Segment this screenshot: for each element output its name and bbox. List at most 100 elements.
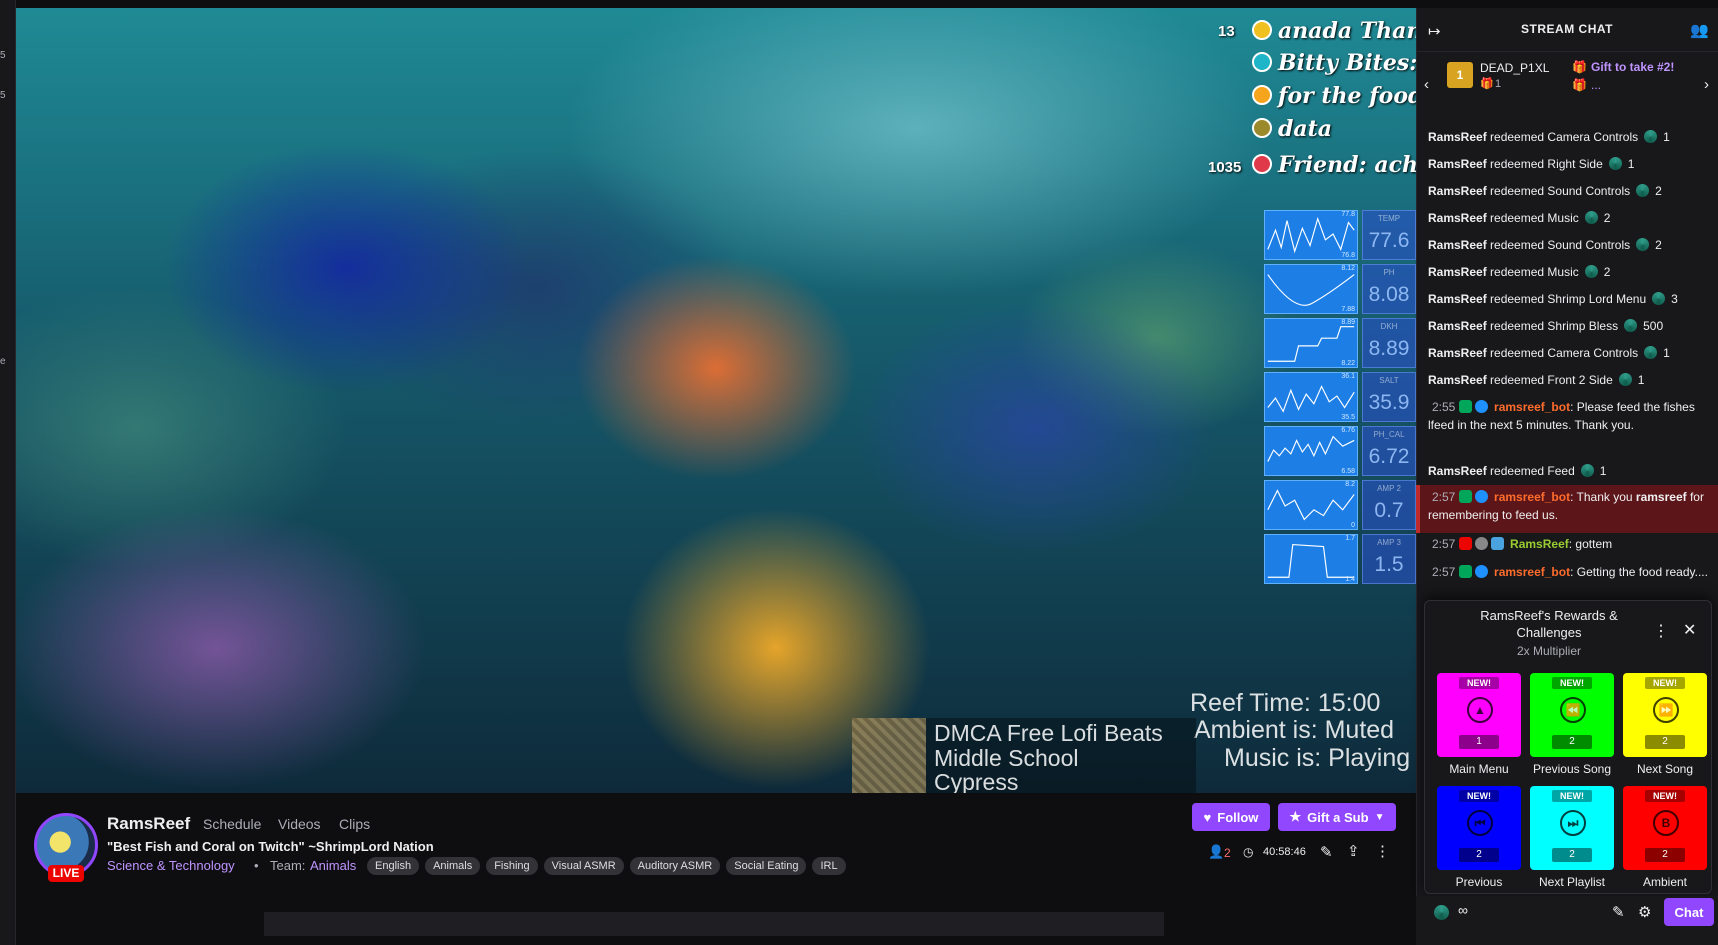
reward-label: Ambient [1642,875,1688,889]
graph-max: 77.8 [1341,211,1355,218]
gear-icon[interactable]: ⚙ [1638,903,1651,921]
chat-username[interactable]: RamsReef [1428,265,1487,279]
more-options-icon[interactable]: ⋮ [1653,621,1669,641]
parameter-value: AMP 2 0.7 [1362,480,1416,530]
chat-message: RamsReef redeemed Shrimp Lord Menu 3 [1428,290,1712,308]
reward-tile[interactable]: NEW! ⏪ 2 [1530,673,1614,757]
chat-username[interactable]: RamsReef [1428,346,1487,360]
reward-tile[interactable]: NEW! ⏭ 2 [1530,786,1614,870]
chat-username[interactable]: RamsReef [1428,211,1487,225]
reward-cost: 2 [1645,848,1685,862]
broadcaster-badge-icon [1458,537,1472,550]
chat-message: RamsReef redeemed Right Side 1 [1428,155,1712,173]
parameter-graph: 1.7 1.4 [1264,534,1358,584]
gift-goal[interactable]: Gift to take #2! [1591,60,1674,74]
chat-text: gottem [1575,537,1613,551]
timestamp: 2:57 [1432,565,1456,579]
chat-username[interactable]: RamsReef [1428,238,1487,252]
redeem-cost: 2 [1655,238,1662,252]
team-link[interactable]: Animals [310,858,356,873]
chat-username[interactable]: RamsReef [1428,157,1487,171]
bag-icon [1252,118,1272,138]
graph-min: 6.58 [1341,468,1355,475]
reward-tile[interactable]: NEW! ⏮ 2 [1437,786,1521,870]
chat-username[interactable]: RamsReef [1428,292,1487,306]
reward-tile[interactable]: NEW! ⏩ 2 [1623,673,1707,757]
chat-text: redeemed Music [1486,265,1579,279]
share-icon[interactable]: ⇪ [1347,842,1360,860]
chevron-right-icon[interactable]: › [1704,76,1709,93]
close-icon[interactable]: ✕ [1683,620,1696,640]
song-line: DMCA Free Lofi Beats [934,720,1163,746]
channel-points-icon [1580,464,1594,477]
nav-schedule[interactable]: Schedule [203,816,261,832]
parameter-reading: 0.7 [1374,499,1404,522]
overlay-line: Bitty Bites: c [1278,50,1416,76]
gift-sub-button[interactable]: ★ Gift a Sub ▼ [1278,803,1396,831]
rewards-subtitle: 2x Multiplier [1516,644,1582,658]
tag[interactable]: Social Eating [726,857,807,875]
ambient-status: Ambient is: Muted [1194,716,1395,744]
pin-icon[interactable]: ✎ [1612,903,1625,921]
chat-username[interactable]: ramsreef_bot [1494,565,1570,579]
separator-dot: • [254,858,259,873]
gift-sub-label: Gift a Sub [1307,809,1369,825]
coin-icon [1252,85,1272,105]
community-icon[interactable]: 👥 [1690,21,1709,39]
redeem-cost: 2 [1603,211,1611,225]
verified-badge-icon [1458,490,1472,503]
reward-label: Next Song [1636,762,1694,776]
chat-username[interactable]: RamsReef [1428,184,1487,198]
category-link[interactable]: Science & Technology [107,858,235,873]
album-art [852,718,926,793]
channel-name[interactable]: RamsReef [107,814,190,834]
overlay-line: for the food [1278,83,1416,109]
more-options-icon[interactable]: ⋮ [1375,842,1390,860]
edit-icon[interactable]: ✎ [1320,843,1333,861]
gift-badge-icon [1490,537,1504,550]
stream-title: "Best Fish and Coral on Twitch" ~ShrimpL… [107,839,434,854]
reward-tile[interactable]: NEW! ▲ 1 [1437,673,1521,757]
chat-username[interactable]: RamsReef [1428,373,1487,387]
overlay-counter: 1035 [1208,159,1242,176]
parameter-label: AMP 3 [1377,538,1401,547]
redeem-cost: 1 [1627,157,1635,171]
chat-username[interactable]: RamsReef [1510,537,1569,551]
chat-message: RamsReef redeemed Feed 1 [1428,462,1712,480]
chat-message: RamsReef redeemed Sound Controls 2 [1428,182,1712,200]
chat-username[interactable]: RamsReef [1428,464,1487,478]
new-badge: NEW! [1459,790,1499,802]
pinned-user[interactable]: DEAD_P1XL [1480,61,1549,75]
channel-points-icon [1624,319,1638,332]
redeem-cost: 500 [1643,319,1664,333]
tag[interactable]: IRL [812,857,846,875]
chat-username[interactable]: RamsReef [1428,319,1487,333]
now-playing-box: DMCA Free Lofi Beats Middle School Cypre… [926,718,1196,793]
tag[interactable]: Fishing [486,857,538,875]
nav-videos[interactable]: Videos [278,816,321,832]
badge-icon [1474,537,1488,550]
heart-icon [1252,154,1272,174]
redeem-cost: 1 [1637,373,1645,387]
chat-username[interactable]: ramsreef_bot [1494,400,1570,414]
chat-text: Thank you [1576,490,1633,504]
chat-title: STREAM CHAT [1521,22,1613,36]
follow-button[interactable]: ♥ Follow [1192,803,1270,831]
reward-tile[interactable]: NEW! B 2 [1623,786,1707,870]
tag[interactable]: Animals [425,857,481,875]
graph-max: 8.12 [1341,265,1355,272]
timestamp: 2:55 [1432,400,1456,414]
chevron-left-icon[interactable]: ‹ [1424,76,1429,93]
tag[interactable]: Auditory ASMR [629,857,721,875]
nav-clips[interactable]: Clips [339,816,370,832]
video-player[interactable]: 13 anada Than Bitty Bites: c for the foo… [16,8,1416,793]
chat-username[interactable]: RamsReef [1428,130,1487,144]
chat-text: redeemed Front 2 Side [1486,373,1613,387]
tag[interactable]: English [367,857,420,875]
tag[interactable]: Visual ASMR [543,857,624,875]
chat-send-button[interactable]: Chat [1664,898,1714,926]
parameter-value: TEMP 77.6 [1362,210,1416,260]
chat-username[interactable]: ramsreef_bot [1494,490,1570,504]
channel-points-icon[interactable] [1434,905,1449,920]
heart-icon: ♥ [1203,809,1212,825]
